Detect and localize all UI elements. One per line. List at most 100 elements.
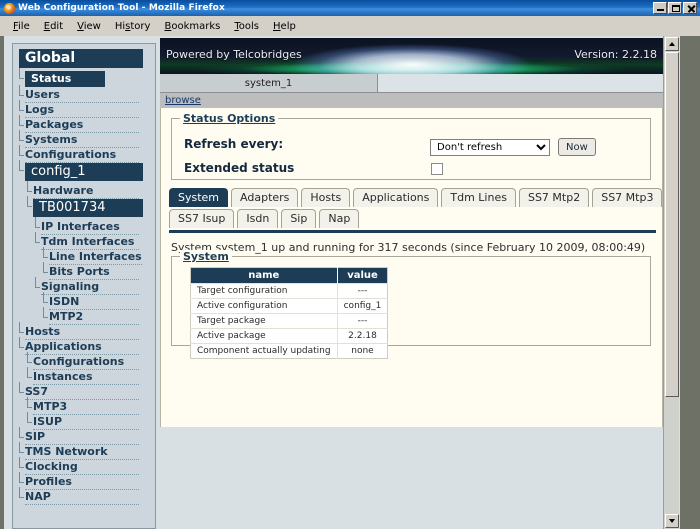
close-button[interactable] xyxy=(683,2,697,14)
system-fieldset: System name value Target configuration ---… xyxy=(171,250,651,359)
tree-connector xyxy=(27,352,32,363)
menu-item-view[interactable]: View xyxy=(70,19,108,34)
menu-item-help[interactable]: Help xyxy=(266,19,303,34)
tab-ss7-mtp3[interactable]: SS7 Mtp3 xyxy=(592,188,663,207)
tree-connector xyxy=(27,196,32,207)
sidebar-item-line-interfaces[interactable]: Line Interfaces xyxy=(13,247,155,265)
sidebar-item-users[interactable]: Users xyxy=(13,85,155,103)
tree-connector xyxy=(19,427,24,438)
sidebar-item-tdm-interfaces[interactable]: Tdm Interfaces xyxy=(13,232,155,250)
document-tab-system1[interactable]: system_1 xyxy=(160,74,378,93)
tree-connector xyxy=(19,457,24,468)
scroll-down-arrow-icon[interactable] xyxy=(665,514,679,528)
sidebar-item-label: Clocking xyxy=(25,460,139,475)
tab-adapters[interactable]: Adapters xyxy=(231,188,299,207)
table-cell-name: Target package xyxy=(190,313,338,329)
sidebar-item-configurations[interactable]: Configurations xyxy=(13,352,155,370)
sidebar-item-label: MTP2 xyxy=(49,310,139,325)
sidebar-item-label: Profiles xyxy=(25,475,139,490)
sidebar-item-label: SIP xyxy=(25,430,139,445)
sidebar-item-label: Systems xyxy=(25,133,139,148)
sidebar-item-signaling[interactable]: Signaling xyxy=(13,277,155,295)
table-row: Target configuration --- xyxy=(190,283,388,299)
table-body: Target configuration --- Active configurat… xyxy=(190,283,388,359)
menu-item-bookmarks[interactable]: Bookmarks xyxy=(157,19,227,34)
sidebar-item-label: Hardware xyxy=(33,184,139,199)
sidebar-item-clocking[interactable]: Clocking xyxy=(13,457,155,475)
sidebar-item-isdn[interactable]: ISDN xyxy=(13,292,155,310)
refresh-now-button[interactable]: Now xyxy=(558,138,596,156)
sidebar-item-profiles[interactable]: Profiles xyxy=(13,472,155,490)
sidebar-item-mtp3[interactable]: MTP3 xyxy=(13,397,155,415)
sidebar-item-label: Instances xyxy=(33,370,139,385)
version-label: Version: 2.2.18 xyxy=(574,48,657,61)
scroll-up-arrow-icon[interactable] xyxy=(665,37,679,51)
sidebar-item-config-1[interactable]: config_1 xyxy=(13,160,155,184)
browser-viewport: Global Status Users Logs Packages Systems Conf… xyxy=(0,36,700,529)
sidebar-item-packages[interactable]: Packages xyxy=(13,115,155,133)
sidebar-item-instances[interactable]: Instances xyxy=(13,367,155,385)
table-column-header: value xyxy=(337,267,388,284)
sidebar-item-hardware[interactable]: Hardware xyxy=(13,181,155,199)
sidebar-item-sip[interactable]: SIP xyxy=(13,427,155,445)
maximize-button[interactable] xyxy=(668,2,682,14)
table-row: Active configuration config_1 xyxy=(190,298,388,314)
menu-item-history[interactable]: History xyxy=(108,19,158,34)
menu-item-edit[interactable]: Edit xyxy=(37,19,70,34)
browse-link[interactable]: browse xyxy=(165,95,201,106)
sidebar-item-configurations[interactable]: Configurations xyxy=(13,145,155,163)
tab-ss7-mtp2[interactable]: SS7 Mtp2 xyxy=(518,188,590,207)
sidebar-item-mtp2[interactable]: MTP2 xyxy=(13,307,155,325)
scrollbar-thumb[interactable] xyxy=(665,52,679,397)
tab-nap[interactable]: Nap xyxy=(319,209,360,228)
tab-tdm-lines[interactable]: Tdm Lines xyxy=(441,188,516,207)
minimize-button[interactable] xyxy=(653,2,667,14)
sidebar-item-systems[interactable]: Systems xyxy=(13,130,155,148)
firefox-logo-icon xyxy=(4,2,15,14)
sidebar-item-logs[interactable]: Logs xyxy=(13,100,155,118)
vertical-scrollbar[interactable] xyxy=(663,36,679,529)
tree-connector xyxy=(27,367,32,378)
sidebar-item-label: MTP3 xyxy=(33,400,139,415)
nav-tree: Global Status Users Logs Packages Systems Conf… xyxy=(13,49,155,505)
extended-status-checkbox[interactable] xyxy=(431,163,443,175)
table-cell-value: --- xyxy=(336,313,388,329)
tab-system[interactable]: System xyxy=(169,188,229,207)
tree-connector xyxy=(19,130,24,141)
system-legend: System xyxy=(180,250,232,263)
sidebar-item-global[interactable]: Global xyxy=(13,49,155,71)
sidebar-item-label: Global xyxy=(19,49,143,68)
tab-sip[interactable]: Sip xyxy=(281,209,317,228)
sidebar-item-label: Packages xyxy=(25,118,139,133)
sidebar-item-nap[interactable]: NAP xyxy=(13,487,155,505)
tree-connector xyxy=(35,232,40,243)
sidebar-item-hosts[interactable]: Hosts xyxy=(13,322,155,340)
table-cell-value: --- xyxy=(336,283,388,299)
tab-hosts[interactable]: Hosts xyxy=(301,188,351,207)
sidebar-item-tms-network[interactable]: TMS Network xyxy=(13,442,155,460)
tab-applications[interactable]: Applications xyxy=(353,188,439,207)
tab-underline xyxy=(169,230,656,233)
web-page: Global Status Users Logs Packages Systems Conf… xyxy=(4,36,680,529)
tree-connector xyxy=(19,85,24,96)
tab-ss7-isup[interactable]: SS7 Isup xyxy=(169,209,235,228)
sidebar-item-applications[interactable]: Applications xyxy=(13,337,155,355)
menu-item-file[interactable]: File xyxy=(6,19,37,34)
sidebar-item-ss7[interactable]: SS7 xyxy=(13,382,155,400)
table-column-header: name xyxy=(190,267,338,284)
tab-isdn[interactable]: Isdn xyxy=(237,209,279,228)
tab-bar: System Adapters Hosts Applications Tdm Lines… xyxy=(169,188,663,230)
refresh-interval-select[interactable]: Don't refresh xyxy=(430,139,550,156)
sidebar-item-isup[interactable]: ISUP xyxy=(13,412,155,430)
sidebar-item-label: ISDN xyxy=(49,295,139,310)
sidebar-item-status[interactable]: Status xyxy=(13,68,155,88)
sidebar-item-label: TB001734 xyxy=(33,199,143,217)
tree-connector xyxy=(43,247,48,258)
menu-item-tools[interactable]: Tools xyxy=(227,19,266,34)
status-options-legend: Status Options xyxy=(180,112,279,125)
content-area: Powered by Telcobridges Version: 2.2.18 … xyxy=(160,36,663,529)
sidebar-item-label: Status xyxy=(25,71,105,87)
powered-by-label: Powered by Telcobridges xyxy=(166,48,302,61)
table-cell-name: Target configuration xyxy=(190,283,338,299)
table-cell-value: none xyxy=(336,343,388,359)
